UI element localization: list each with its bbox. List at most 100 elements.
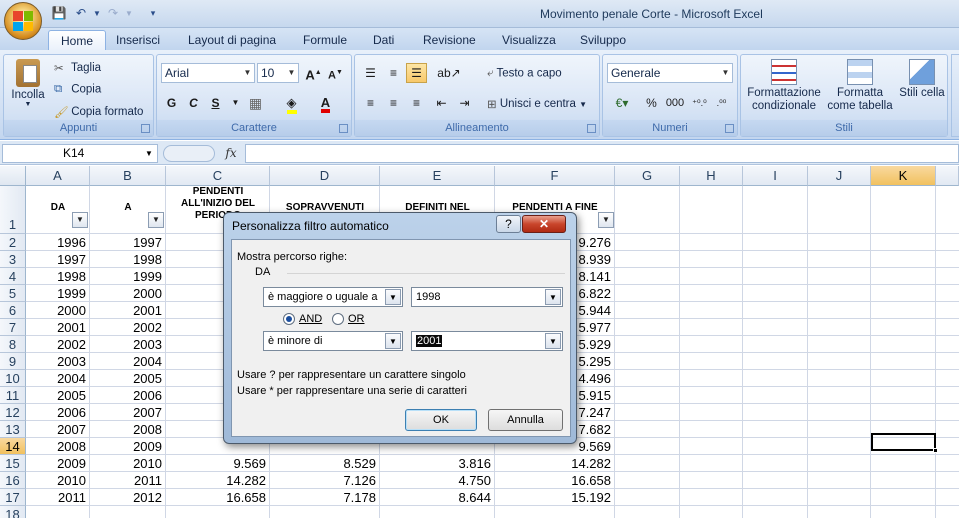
orientation-icon[interactable]: ab↗ bbox=[434, 63, 464, 83]
row-header-7[interactable]: 7 bbox=[0, 319, 26, 336]
cell-f17[interactable]: 15.192 bbox=[495, 489, 615, 506]
column-header-d[interactable]: D bbox=[270, 166, 380, 186]
column-header-f[interactable]: F bbox=[495, 166, 615, 186]
tab-home[interactable]: Home bbox=[48, 30, 107, 50]
row-header-5[interactable]: 5 bbox=[0, 285, 26, 302]
and-label[interactable]: AND bbox=[299, 313, 322, 325]
cell-b11[interactable]: 2006 bbox=[90, 387, 166, 404]
help-icon[interactable]: ? bbox=[496, 215, 521, 233]
tab-review[interactable]: Revisione bbox=[411, 30, 488, 50]
column-header-k[interactable]: K bbox=[871, 166, 936, 186]
cell-f15[interactable]: 14.282 bbox=[495, 455, 615, 472]
formula-bar-expander[interactable] bbox=[163, 145, 215, 162]
borders-icon[interactable]: ▦ bbox=[245, 93, 266, 113]
cell-a5[interactable]: 1999 bbox=[26, 285, 90, 302]
align-bottom-icon[interactable]: ☰ bbox=[406, 63, 427, 83]
row-header-2[interactable]: 2 bbox=[0, 234, 26, 251]
cancel-button[interactable]: Annulla bbox=[488, 409, 563, 431]
increase-decimal-icon[interactable]: ⁺⁰.⁰ bbox=[689, 93, 710, 113]
close-icon[interactable]: ✕ bbox=[522, 215, 566, 233]
cell-b3[interactable]: 1998 bbox=[90, 251, 166, 268]
name-box-dropdown-icon[interactable]: ▼ bbox=[145, 149, 153, 158]
select-all-corner[interactable] bbox=[0, 166, 26, 186]
cell-b9[interactable]: 2004 bbox=[90, 353, 166, 370]
cell-a15[interactable]: 2009 bbox=[26, 455, 90, 472]
condition1-value-input[interactable]: 1998 ▼ bbox=[411, 287, 563, 307]
row-header-10[interactable]: 10 bbox=[0, 370, 26, 387]
column-header-i[interactable]: I bbox=[743, 166, 808, 186]
font-color-icon[interactable]: A bbox=[315, 93, 336, 113]
decrease-font-icon[interactable]: A▼ bbox=[325, 63, 346, 83]
increase-indent-icon[interactable]: ⇥ bbox=[454, 93, 475, 113]
tab-formulas[interactable]: Formule bbox=[291, 30, 359, 50]
office-button[interactable] bbox=[4, 2, 42, 40]
cell-b10[interactable]: 2005 bbox=[90, 370, 166, 387]
format-painter-button[interactable]: 🖌 Copia formato bbox=[54, 105, 143, 119]
cell-b8[interactable]: 2003 bbox=[90, 336, 166, 353]
cell-a13[interactable]: 2007 bbox=[26, 421, 90, 438]
align-left-icon[interactable]: ≡ bbox=[360, 93, 381, 113]
cell-a9[interactable]: 2003 bbox=[26, 353, 90, 370]
column-header-j[interactable]: J bbox=[808, 166, 871, 186]
condition2-operator-select[interactable]: è minore di ▼ bbox=[263, 331, 403, 351]
cell-a16[interactable]: 2010 bbox=[26, 472, 90, 489]
cell-e17[interactable]: 8.644 bbox=[380, 489, 495, 506]
cell-a12[interactable]: 2006 bbox=[26, 404, 90, 421]
cell-c15[interactable]: 9.569 bbox=[166, 455, 270, 472]
row-header-16[interactable]: 16 bbox=[0, 472, 26, 489]
copy-button[interactable]: ⧉ Copia bbox=[54, 83, 101, 96]
increase-font-icon[interactable]: A▲ bbox=[303, 63, 324, 83]
underline-button[interactable]: S bbox=[205, 93, 226, 113]
formula-input[interactable] bbox=[245, 144, 959, 163]
cell-a6[interactable]: 2000 bbox=[26, 302, 90, 319]
font-size-select[interactable]: 10 ▼ bbox=[257, 63, 299, 83]
condition1-operator-select[interactable]: è maggiore o uguale a ▼ bbox=[263, 287, 403, 307]
cell-styles-button[interactable]: Stili cella bbox=[899, 59, 945, 100]
cell-a4[interactable]: 1998 bbox=[26, 268, 90, 285]
condition2-value-input[interactable]: 2001 ▼ bbox=[411, 331, 563, 351]
cell-a7[interactable]: 2001 bbox=[26, 319, 90, 336]
column-header-h[interactable]: H bbox=[680, 166, 743, 186]
row-header-8[interactable]: 8 bbox=[0, 336, 26, 353]
cell-a3[interactable]: 1997 bbox=[26, 251, 90, 268]
cell-a2[interactable]: 1996 bbox=[26, 234, 90, 251]
number-format-select[interactable]: Generale ▼ bbox=[607, 63, 733, 83]
row-header-1[interactable]: 1 bbox=[0, 186, 26, 234]
cell-b14[interactable]: 2009 bbox=[90, 438, 166, 455]
row-header-13[interactable]: 13 bbox=[0, 421, 26, 438]
insert-function-icon[interactable]: fx bbox=[216, 144, 246, 163]
conditional-formatting-button[interactable]: Formattazione condizionale bbox=[745, 59, 823, 113]
column-header-b[interactable]: B bbox=[90, 166, 166, 186]
cell-b7[interactable]: 2002 bbox=[90, 319, 166, 336]
font-family-select[interactable]: Arial ▼ bbox=[161, 63, 255, 83]
cell-b15[interactable]: 2010 bbox=[90, 455, 166, 472]
align-top-icon[interactable]: ☰ bbox=[360, 63, 381, 83]
customize-qat-icon[interactable]: ▾ bbox=[144, 5, 162, 22]
row-header-15[interactable]: 15 bbox=[0, 455, 26, 472]
merge-center-button[interactable]: ⊞ Unisci e centra ▼ bbox=[487, 97, 587, 111]
row-header-9[interactable]: 9 bbox=[0, 353, 26, 370]
cell-a11[interactable]: 2005 bbox=[26, 387, 90, 404]
cell-b4[interactable]: 1999 bbox=[90, 268, 166, 285]
column-header-g[interactable]: G bbox=[615, 166, 680, 186]
font-dialog-launcher-icon[interactable] bbox=[339, 124, 348, 133]
align-middle-icon[interactable]: ≡ bbox=[383, 63, 404, 83]
ok-button[interactable]: OK bbox=[405, 409, 477, 431]
or-radio[interactable] bbox=[332, 313, 344, 325]
cell-a8[interactable]: 2002 bbox=[26, 336, 90, 353]
alignment-dialog-launcher-icon[interactable] bbox=[587, 124, 596, 133]
row-header-12[interactable]: 12 bbox=[0, 404, 26, 421]
cell-c17[interactable]: 16.658 bbox=[166, 489, 270, 506]
row-header-14[interactable]: 14 bbox=[0, 438, 26, 455]
fill-color-icon[interactable]: ◈ bbox=[281, 93, 302, 114]
row-header-11[interactable]: 11 bbox=[0, 387, 26, 404]
cell-a14[interactable]: 2008 bbox=[26, 438, 90, 455]
clipboard-dialog-launcher-icon[interactable] bbox=[141, 124, 150, 133]
cell-b5[interactable]: 2000 bbox=[90, 285, 166, 302]
fill-handle[interactable] bbox=[933, 448, 938, 453]
currency-icon[interactable]: €▾ bbox=[607, 93, 637, 113]
column-header-e[interactable]: E bbox=[380, 166, 495, 186]
bold-button[interactable]: G bbox=[161, 93, 182, 113]
row-header-17[interactable]: 17 bbox=[0, 489, 26, 506]
wrap-text-button[interactable]: ⤶ Testo a capo bbox=[487, 67, 562, 80]
